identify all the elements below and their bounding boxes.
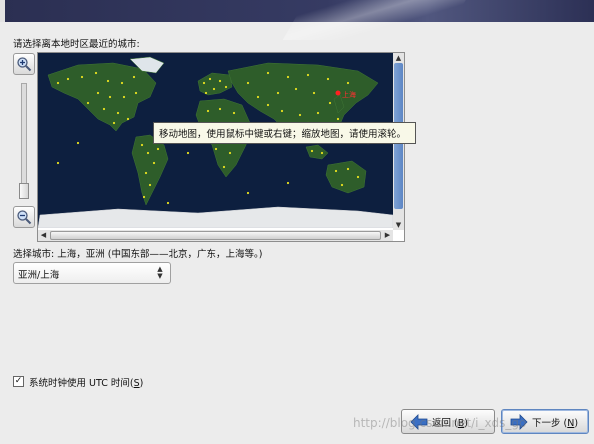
city-dot[interactable] — [66, 77, 70, 81]
scroll-right-arrow-icon[interactable]: ▶ — [382, 230, 393, 241]
banner-edge — [0, 0, 5, 22]
banner-highlight — [282, 0, 478, 40]
city-select-value: 亚洲/上海 — [18, 270, 60, 281]
city-dot[interactable] — [294, 87, 298, 91]
city-dot[interactable] — [218, 107, 222, 111]
city-dot[interactable] — [204, 91, 208, 95]
city-dot[interactable] — [106, 79, 110, 83]
watermark: http://blog.csdn.net/i_xds_go — [353, 416, 527, 430]
city-dot[interactable] — [266, 71, 270, 75]
zoom-slider-track[interactable] — [21, 83, 27, 199]
city-dot[interactable] — [214, 147, 218, 151]
city-dot[interactable] — [222, 165, 226, 169]
selected-city-label: 选择城市: 上海，亚洲 (中国东部——北京，广东，上海等。) — [13, 249, 263, 260]
city-dot[interactable] — [316, 111, 320, 115]
city-dot[interactable] — [312, 91, 316, 95]
city-dot[interactable] — [56, 161, 60, 165]
city-select[interactable]: 亚洲/上海 ▲ ▼ — [13, 262, 171, 284]
city-dot[interactable] — [340, 183, 344, 187]
city-dot[interactable] — [212, 87, 216, 91]
zoom-in-icon — [17, 57, 32, 72]
scroll-down-arrow-icon[interactable]: ▼ — [393, 220, 404, 230]
city-dot[interactable] — [326, 77, 330, 81]
zoom-out-button[interactable] — [13, 206, 35, 228]
scroll-left-arrow-icon[interactable]: ◀ — [38, 230, 49, 241]
city-dot[interactable] — [246, 81, 250, 85]
selected-city-map-label: 上海 — [342, 90, 356, 99]
city-dot[interactable] — [80, 75, 84, 79]
city-dot[interactable] — [148, 183, 152, 187]
city-dot[interactable] — [134, 91, 138, 95]
city-dot[interactable] — [146, 151, 150, 155]
city-dot[interactable] — [86, 101, 90, 105]
city-dot[interactable] — [246, 191, 250, 195]
next-button-label: 下一步 (N) — [532, 418, 579, 429]
city-dot[interactable] — [336, 117, 340, 121]
utc-checkbox[interactable]: ✓ — [13, 376, 24, 387]
city-dot[interactable] — [224, 85, 228, 89]
city-dot[interactable] — [346, 81, 350, 85]
city-dot[interactable] — [122, 95, 126, 99]
header-banner — [0, 0, 594, 40]
zoom-in-button[interactable] — [13, 53, 35, 75]
city-dot[interactable] — [346, 167, 350, 171]
city-dot[interactable] — [206, 109, 210, 113]
city-dot[interactable] — [298, 113, 302, 117]
city-dot[interactable] — [328, 101, 332, 105]
city-dot[interactable] — [306, 73, 310, 77]
city-dot[interactable] — [166, 201, 170, 205]
city-dot[interactable] — [116, 111, 120, 115]
city-dot[interactable] — [76, 141, 80, 145]
map-tooltip: 移动地图，使用鼠标中键或右键；缩放地图，请使用滚轮。 — [153, 122, 416, 144]
city-dot[interactable] — [152, 161, 156, 165]
city-dot[interactable] — [132, 75, 136, 79]
region-label: 请选择离本地时区最近的城市: — [13, 39, 140, 50]
city-dot[interactable] — [112, 121, 116, 125]
city-dot[interactable] — [56, 81, 60, 85]
city-dot[interactable] — [96, 91, 100, 95]
city-dot[interactable] — [144, 171, 148, 175]
city-dot[interactable] — [280, 109, 284, 113]
city-dot[interactable] — [310, 149, 314, 153]
city-dot[interactable] — [94, 71, 98, 75]
city-dot[interactable] — [320, 151, 324, 155]
city-dot[interactable] — [232, 111, 236, 115]
city-dot[interactable] — [140, 143, 144, 147]
city-dot[interactable] — [102, 107, 106, 111]
city-dot[interactable] — [228, 151, 232, 155]
zoom-slider-handle[interactable] — [19, 183, 29, 199]
city-dot[interactable] — [208, 77, 212, 81]
combo-arrows-icon: ▲ ▼ — [157, 265, 163, 280]
city-dot[interactable] — [256, 95, 260, 99]
city-dot[interactable] — [356, 175, 360, 179]
city-dot[interactable] — [126, 117, 130, 121]
city-dot[interactable] — [218, 79, 222, 83]
city-dot[interactable] — [276, 91, 280, 95]
city-dot[interactable] — [186, 151, 190, 155]
utc-checkbox-label: 系统时钟使用 UTC 时间(S) — [29, 378, 144, 389]
zoom-out-icon — [17, 210, 32, 225]
city-dot[interactable] — [286, 75, 290, 79]
selected-city-marker — [335, 90, 341, 96]
map-horizontal-scroll-thumb[interactable] — [50, 231, 381, 240]
city-dot[interactable] — [108, 95, 112, 99]
city-dot[interactable] — [120, 81, 124, 85]
scroll-up-arrow-icon[interactable]: ▲ — [393, 53, 404, 63]
map-horizontal-scrollbar[interactable]: ◀ ▶ — [38, 230, 393, 241]
city-dot[interactable] — [202, 81, 206, 85]
city-dot[interactable] — [156, 147, 160, 151]
city-dot[interactable] — [266, 103, 270, 107]
city-dot[interactable] — [286, 181, 290, 185]
city-dot[interactable] — [142, 195, 146, 199]
city-dot[interactable] — [334, 169, 338, 173]
